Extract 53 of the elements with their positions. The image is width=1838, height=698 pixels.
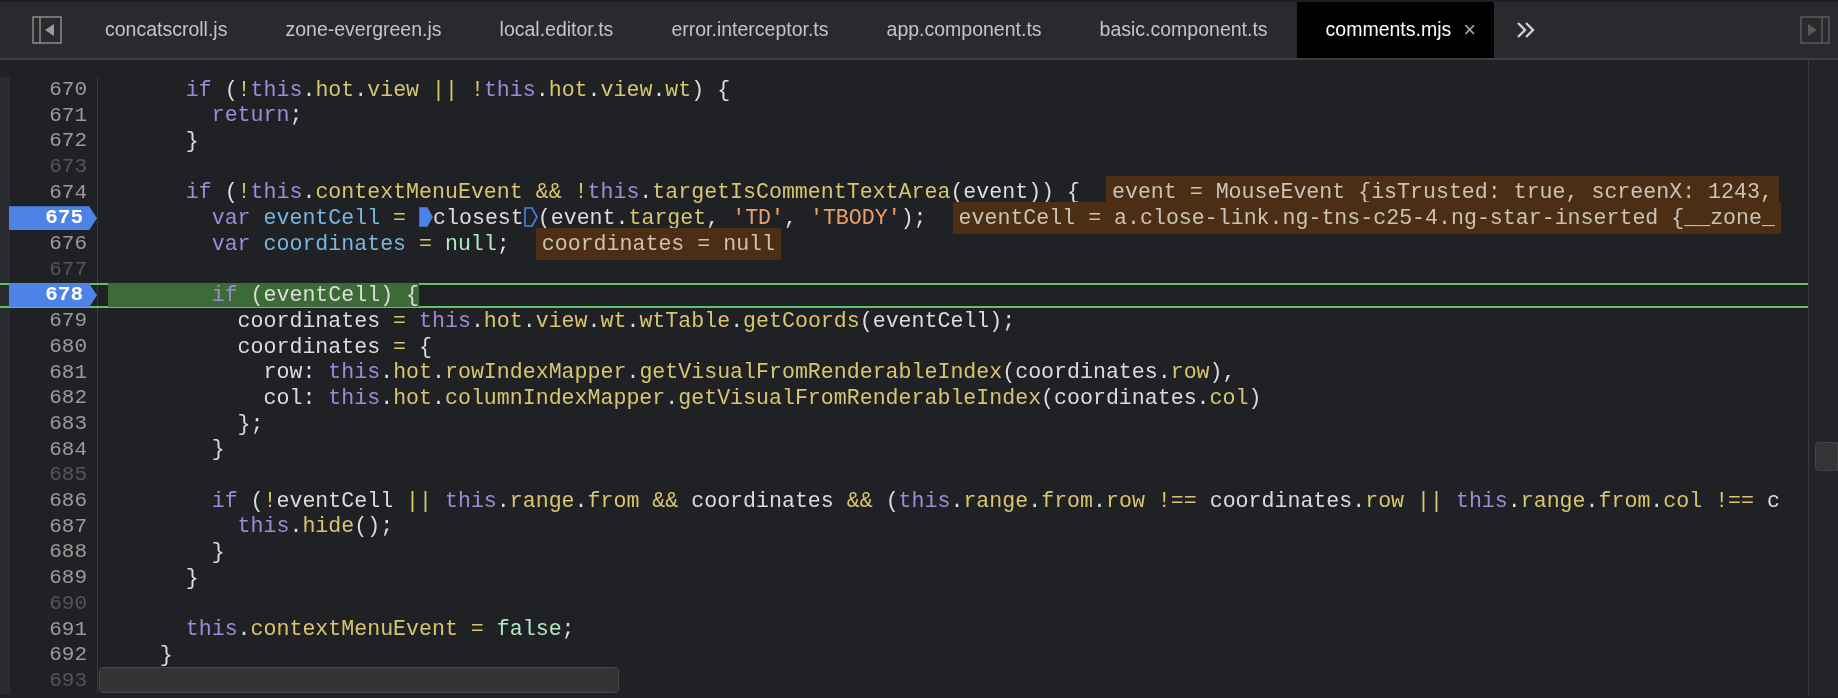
code-line: this.contextMenuEvent = false; [185,617,575,642]
code-line: coordinates = this.hot.view.wt.wtTable.getCoords(eventCell); [237,308,1016,333]
line-number: 692 [49,642,88,669]
file-tab[interactable]: local.editor.ts [470,2,643,58]
line-number: 676 [49,231,88,258]
code-line: } [159,642,173,667]
code-line: } [185,129,199,154]
file-tab[interactable]: app.component.ts [857,2,1071,58]
code-line: row: this.hot.rowIndexMapper.getVisualFromRenderableIndex(coordinates.row), [263,360,1236,385]
line-number: 689 [49,565,88,592]
panel-toggle-icon[interactable] [1800,16,1830,44]
inline-value: coordinates = null [535,227,782,261]
code-line: coordinates = { [237,334,432,359]
line-number: 691 [49,616,88,643]
sidebar-toggle-icon[interactable] [32,16,62,44]
horizontal-scrollbar-thumb[interactable] [99,667,619,693]
vertical-scrollbar[interactable] [1808,60,1838,696]
line-number: 687 [49,513,88,540]
inline-value: eventCell = a.close-link.ng-tns-c25-4.ng-star-inserted {__zone_ [952,202,1781,235]
file-tab[interactable]: concatscroll.js [76,2,257,58]
code-line: if (!eventCell || this.range.from && coordinates && (this.range.from.row !== coordinates.row || this.range.from.col !== c [211,488,1780,513]
code-line: if (!this.hot.view || !this.hot.view.wt) { [185,77,731,102]
file-tab[interactable]: basic.component.ts [1070,2,1297,58]
line-number: 688 [49,539,88,566]
inline-breakpoint-icon[interactable] [419,207,434,228]
file-tab[interactable]: zone-evergreen.js [256,2,471,58]
line-number: 683 [49,411,88,438]
line-number: 679 [49,308,88,335]
line-number: 684 [49,436,88,463]
scrollbar-thumb[interactable] [1815,442,1838,471]
close-button[interactable]: × [1451,19,1485,41]
code-line: var coordinates = null; [211,231,510,256]
line-number: 680 [49,333,88,360]
line-number: 674 [49,179,88,206]
code-line: col: this.hot.columnIndexMapper.getVisualFromRenderableIndex(coordinates.col) [263,385,1262,410]
code-line: } [211,540,225,565]
breakpoint-marker[interactable]: 675 [9,206,97,231]
file-tab[interactable]: comments.mjs × [1296,2,1495,58]
line-number: 670 [49,77,88,104]
code-line: } [211,437,225,462]
code-line: } [185,565,199,590]
inline-breakpoint-icon[interactable] [523,207,538,228]
code-line: return; [211,103,303,128]
line-number: 672 [49,128,88,155]
line-number: 681 [49,359,88,386]
code-line: }; [237,411,264,436]
code-line: this.hide(); [237,514,394,539]
line-number: 682 [49,385,88,412]
chevrons-icon[interactable] [1516,21,1537,39]
line-number: 671 [49,102,88,129]
line-number: 686 [49,488,88,515]
file-tab[interactable]: error.interceptor.ts [642,2,858,58]
breakpoint-marker[interactable]: 678 [9,283,97,308]
